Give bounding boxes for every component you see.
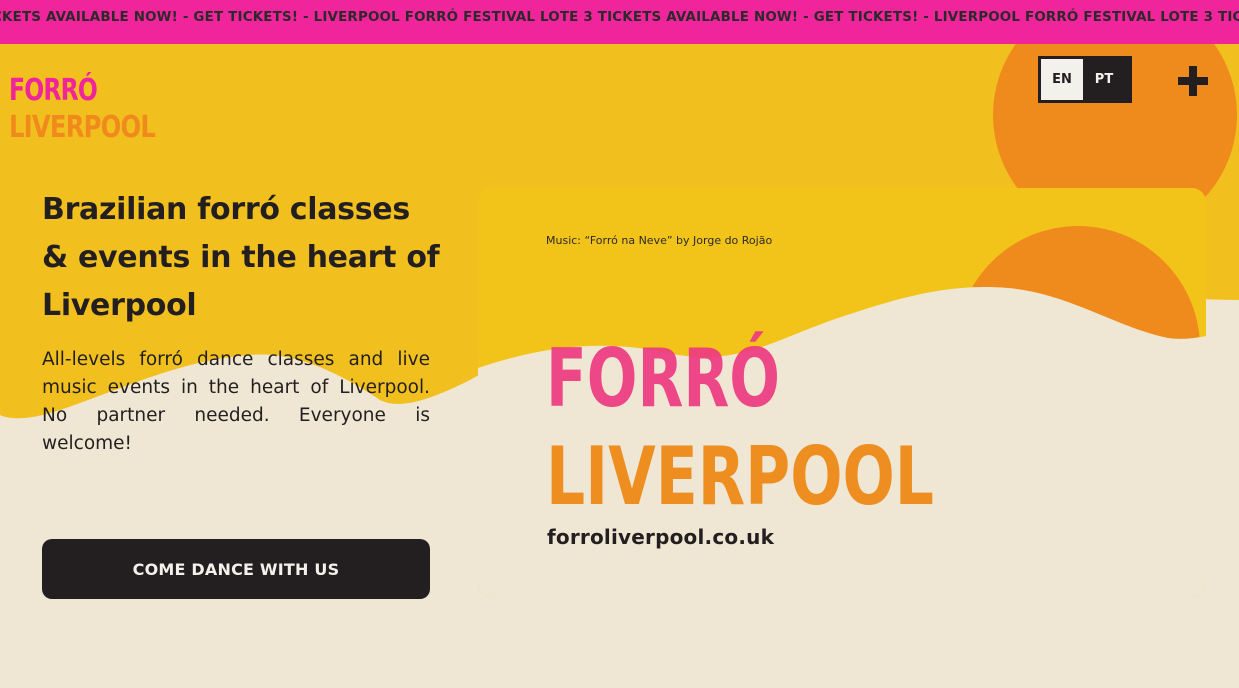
lang-pt-button[interactable]: PT bbox=[1083, 59, 1125, 100]
video-logo-line2: LIVERPOOL bbox=[546, 430, 934, 523]
announcement-ticker[interactable]: CKETS AVAILABLE NOW! - GET TICKETS! - LI… bbox=[0, 0, 1239, 44]
music-credit: Music: “Forró na Neve” by Jorge do Rojão bbox=[546, 234, 773, 247]
come-dance-button[interactable]: Come dance with us bbox=[42, 539, 430, 599]
intro-video[interactable]: FORRÓ LIVERPOOL Music: “Forró na Neve” b… bbox=[478, 188, 1206, 597]
ticker-text: CKETS AVAILABLE NOW! - GET TICKETS! - LI… bbox=[0, 10, 1239, 25]
plus-icon[interactable] bbox=[1176, 64, 1210, 98]
language-switcher: EN PT bbox=[1038, 56, 1132, 103]
logo-line2: LIVERPOOL bbox=[9, 110, 156, 144]
site-logo[interactable]: FORRÓ LIVERPOOL bbox=[9, 64, 159, 144]
page-title: Brazilian forró classes & events in the … bbox=[42, 192, 440, 323]
video-logo-line1: FORRÓ bbox=[546, 331, 780, 425]
website-url: forroliverpool.co.uk bbox=[547, 525, 775, 549]
logo-line1: FORRÓ bbox=[9, 71, 97, 108]
lang-en-button[interactable]: EN bbox=[1041, 59, 1083, 100]
hero-description: All-levels forró dance classes and live … bbox=[42, 349, 430, 454]
